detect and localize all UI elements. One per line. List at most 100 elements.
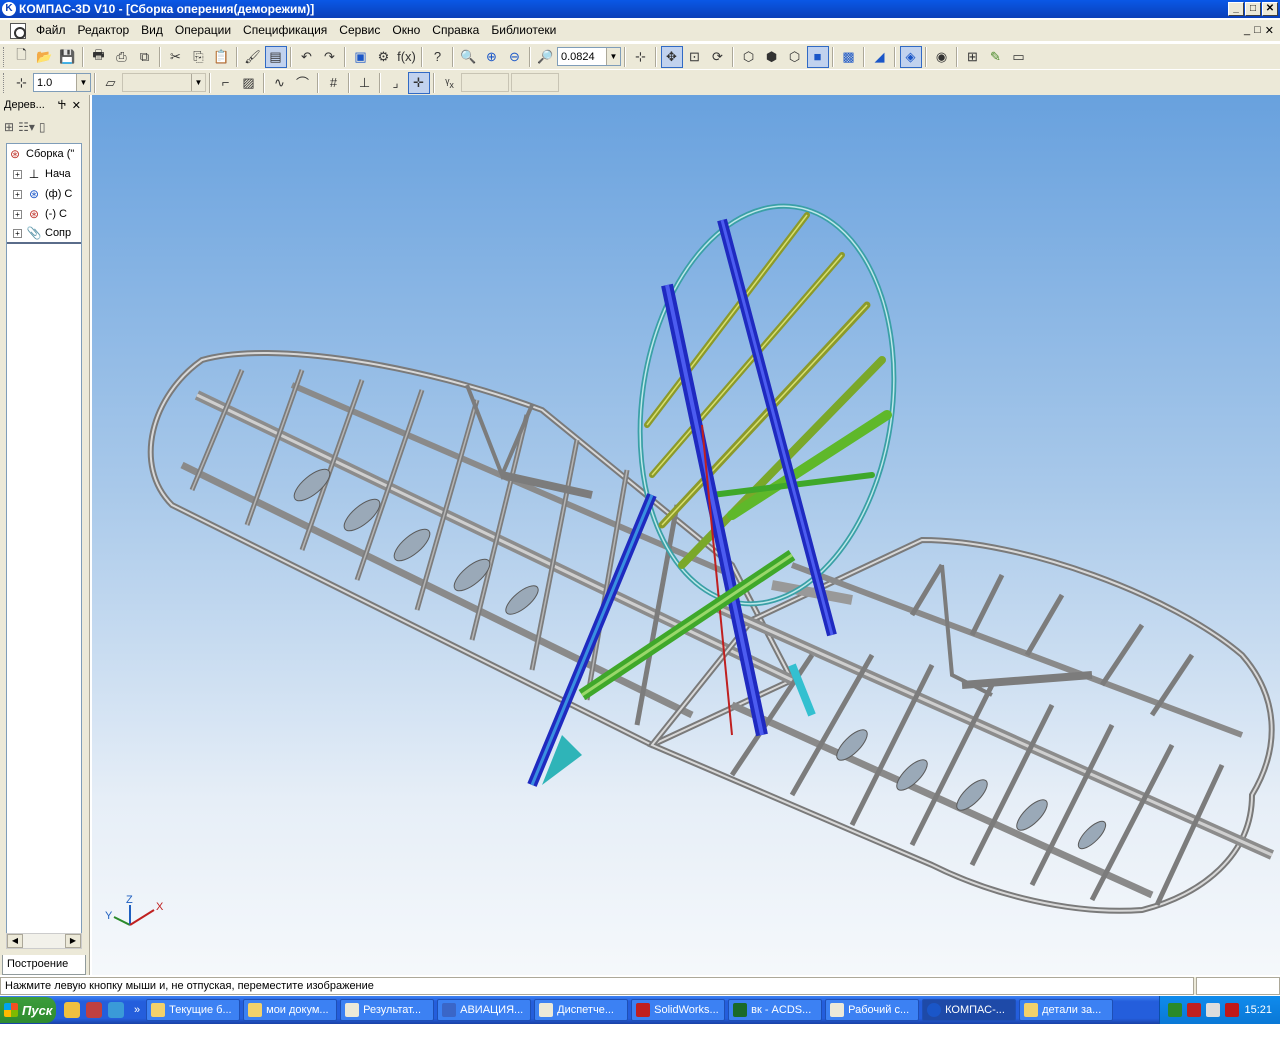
- save-icon[interactable]: 💾: [57, 46, 79, 68]
- tree-item-fixed-component[interactable]: + ⊛ (ф) С: [7, 184, 81, 204]
- 3d-viewport[interactable]: Y Z X: [92, 95, 1280, 975]
- local-cs-icon[interactable]: ⌐: [215, 72, 237, 94]
- hidden-lines-icon[interactable]: ⬢: [761, 46, 783, 68]
- manager-icon[interactable]: ▣: [350, 46, 372, 68]
- thin-hidden-lines-icon[interactable]: ⬡: [784, 46, 806, 68]
- quick-launch-media-icon[interactable]: [86, 1002, 102, 1018]
- zoom-fit-icon[interactable]: ⊡: [684, 46, 706, 68]
- snap-points-icon[interactable]: ✛: [407, 71, 430, 94]
- task-item[interactable]: Диспетче...: [534, 999, 629, 1021]
- redo-icon[interactable]: ↷: [319, 46, 341, 68]
- menu-file[interactable]: Файл: [30, 20, 72, 41]
- maximize-button[interactable]: □: [1245, 2, 1261, 16]
- zoom-scale-select[interactable]: 0.0824 ▼: [557, 47, 621, 66]
- help-pointer-icon[interactable]: ?: [427, 46, 449, 68]
- minimize-button[interactable]: _: [1228, 2, 1244, 16]
- pin-icon[interactable]: Ⴕ: [58, 99, 66, 112]
- menu-operations[interactable]: Операции: [169, 20, 237, 41]
- document-icon[interactable]: [10, 22, 26, 39]
- tree-sort-icon[interactable]: ▯: [39, 120, 46, 134]
- menu-help[interactable]: Справка: [426, 20, 485, 41]
- task-item[interactable]: Рабочий с...: [825, 999, 920, 1021]
- copy-icon[interactable]: ⎘: [188, 46, 210, 68]
- toolbar-grip[interactable]: [3, 46, 6, 67]
- quick-launch-more[interactable]: »: [134, 1004, 140, 1016]
- layer-icon[interactable]: ▱: [100, 72, 122, 94]
- tree-item-mates[interactable]: + 📎 Сопр: [7, 224, 81, 244]
- chevron-down-icon[interactable]: ▼: [76, 74, 90, 91]
- expand-icon[interactable]: +: [13, 169, 22, 179]
- zoom-window-icon[interactable]: 🔍: [458, 46, 480, 68]
- start-button[interactable]: Пуск: [0, 997, 56, 1023]
- chevron-down-icon[interactable]: ▼: [606, 48, 620, 65]
- new-document-icon[interactable]: 🗋: [11, 46, 33, 68]
- snap-icon[interactable]: ∿: [269, 72, 291, 94]
- tree-filter-icon[interactable]: ☷▾: [18, 120, 35, 134]
- doc-close-button[interactable]: ✕: [1265, 24, 1274, 37]
- cut-icon[interactable]: ✂: [165, 46, 187, 68]
- close-button[interactable]: ✕: [1262, 2, 1278, 16]
- task-item[interactable]: вк - ACDS...: [728, 999, 823, 1021]
- task-item[interactable]: детали за...: [1019, 999, 1114, 1021]
- wireframe-icon[interactable]: ⬡: [738, 46, 760, 68]
- measure-icon[interactable]: ⊞: [962, 46, 984, 68]
- shaded-edges-icon[interactable]: ▩: [838, 46, 860, 68]
- expand-icon[interactable]: +: [13, 228, 22, 238]
- rotate-icon[interactable]: ⟳: [707, 46, 729, 68]
- expand-icon[interactable]: +: [13, 189, 22, 199]
- scroll-right-icon[interactable]: ▶: [65, 934, 81, 948]
- tree-item-origin[interactable]: + ⊥ Нача: [7, 164, 81, 184]
- library-icon[interactable]: ⚙: [373, 46, 395, 68]
- variables-icon[interactable]: f(x): [396, 46, 418, 68]
- shaded-icon[interactable]: ■: [806, 45, 829, 68]
- task-item[interactable]: мои докум...: [243, 999, 338, 1021]
- tab-construction[interactable]: Построение: [2, 955, 86, 975]
- quick-launch-ie-icon[interactable]: [108, 1002, 124, 1018]
- plane-icon[interactable]: ▨: [238, 72, 260, 94]
- quick-launch-browser-icon[interactable]: [64, 1002, 80, 1018]
- zoom-out-icon[interactable]: ⊖: [504, 46, 526, 68]
- ortho-icon[interactable]: ⊥: [354, 72, 376, 94]
- doc-restore-button[interactable]: □: [1254, 24, 1261, 37]
- brush-icon[interactable]: 🖌: [242, 46, 264, 68]
- round-icon[interactable]: ⌟: [385, 72, 407, 94]
- perspective-icon[interactable]: ◢: [869, 46, 891, 68]
- task-item[interactable]: Текущие б...: [146, 999, 241, 1021]
- print-preview-icon[interactable]: ⎙: [111, 46, 133, 68]
- kompas-app-icon[interactable]: K: [2, 2, 16, 16]
- properties-icon[interactable]: ▤: [264, 45, 287, 68]
- menu-libraries[interactable]: Библиотеки: [485, 20, 562, 41]
- paste-icon[interactable]: 📋: [211, 46, 233, 68]
- tree-item-assembly[interactable]: ⊛ Сборка (": [7, 144, 81, 164]
- panel-close-icon[interactable]: ✕: [72, 99, 81, 112]
- task-item[interactable]: Результат...: [340, 999, 435, 1021]
- visibility-icon[interactable]: ◉: [931, 46, 953, 68]
- edit-component-icon[interactable]: ✎: [985, 46, 1007, 68]
- menu-specification[interactable]: Спецификация: [237, 20, 333, 41]
- grid-icon[interactable]: #: [323, 72, 345, 94]
- toolbar-grip-2[interactable]: [3, 72, 6, 93]
- magnet-icon[interactable]: ⌒: [292, 72, 314, 94]
- step-icon[interactable]: ⊹: [11, 72, 33, 94]
- section-view-icon[interactable]: ◈: [899, 45, 922, 68]
- open-folder-icon[interactable]: 📂: [34, 46, 56, 68]
- antivirus-icon[interactable]: [1187, 1003, 1202, 1017]
- print-icon[interactable]: 🖶: [88, 46, 110, 68]
- menu-window[interactable]: Окно: [386, 20, 426, 41]
- panel-icon[interactable]: ▭: [1008, 46, 1030, 68]
- y-coordinate-field[interactable]: [511, 73, 559, 92]
- tree-horizontal-scrollbar[interactable]: ◀ ▶: [6, 933, 82, 949]
- network-icon[interactable]: [1168, 1003, 1183, 1017]
- task-item[interactable]: АВИАЦИЯ...: [437, 999, 532, 1021]
- task-item[interactable]: SolidWorks...: [631, 999, 726, 1021]
- x-coordinate-field[interactable]: [461, 73, 509, 92]
- ati-icon[interactable]: [1225, 1003, 1240, 1017]
- doc-minimize-button[interactable]: _: [1244, 24, 1250, 37]
- tree-structure-icon[interactable]: ⊞: [4, 120, 14, 134]
- task-item-active[interactable]: КОМПАС-...: [922, 999, 1017, 1021]
- menu-service[interactable]: Сервис: [333, 20, 386, 41]
- copy-properties-icon[interactable]: ⧉: [134, 46, 156, 68]
- zoom-scale-icon[interactable]: 🔎: [535, 46, 557, 68]
- expand-icon[interactable]: +: [13, 209, 22, 219]
- chevron-down-icon[interactable]: ▼: [191, 74, 205, 91]
